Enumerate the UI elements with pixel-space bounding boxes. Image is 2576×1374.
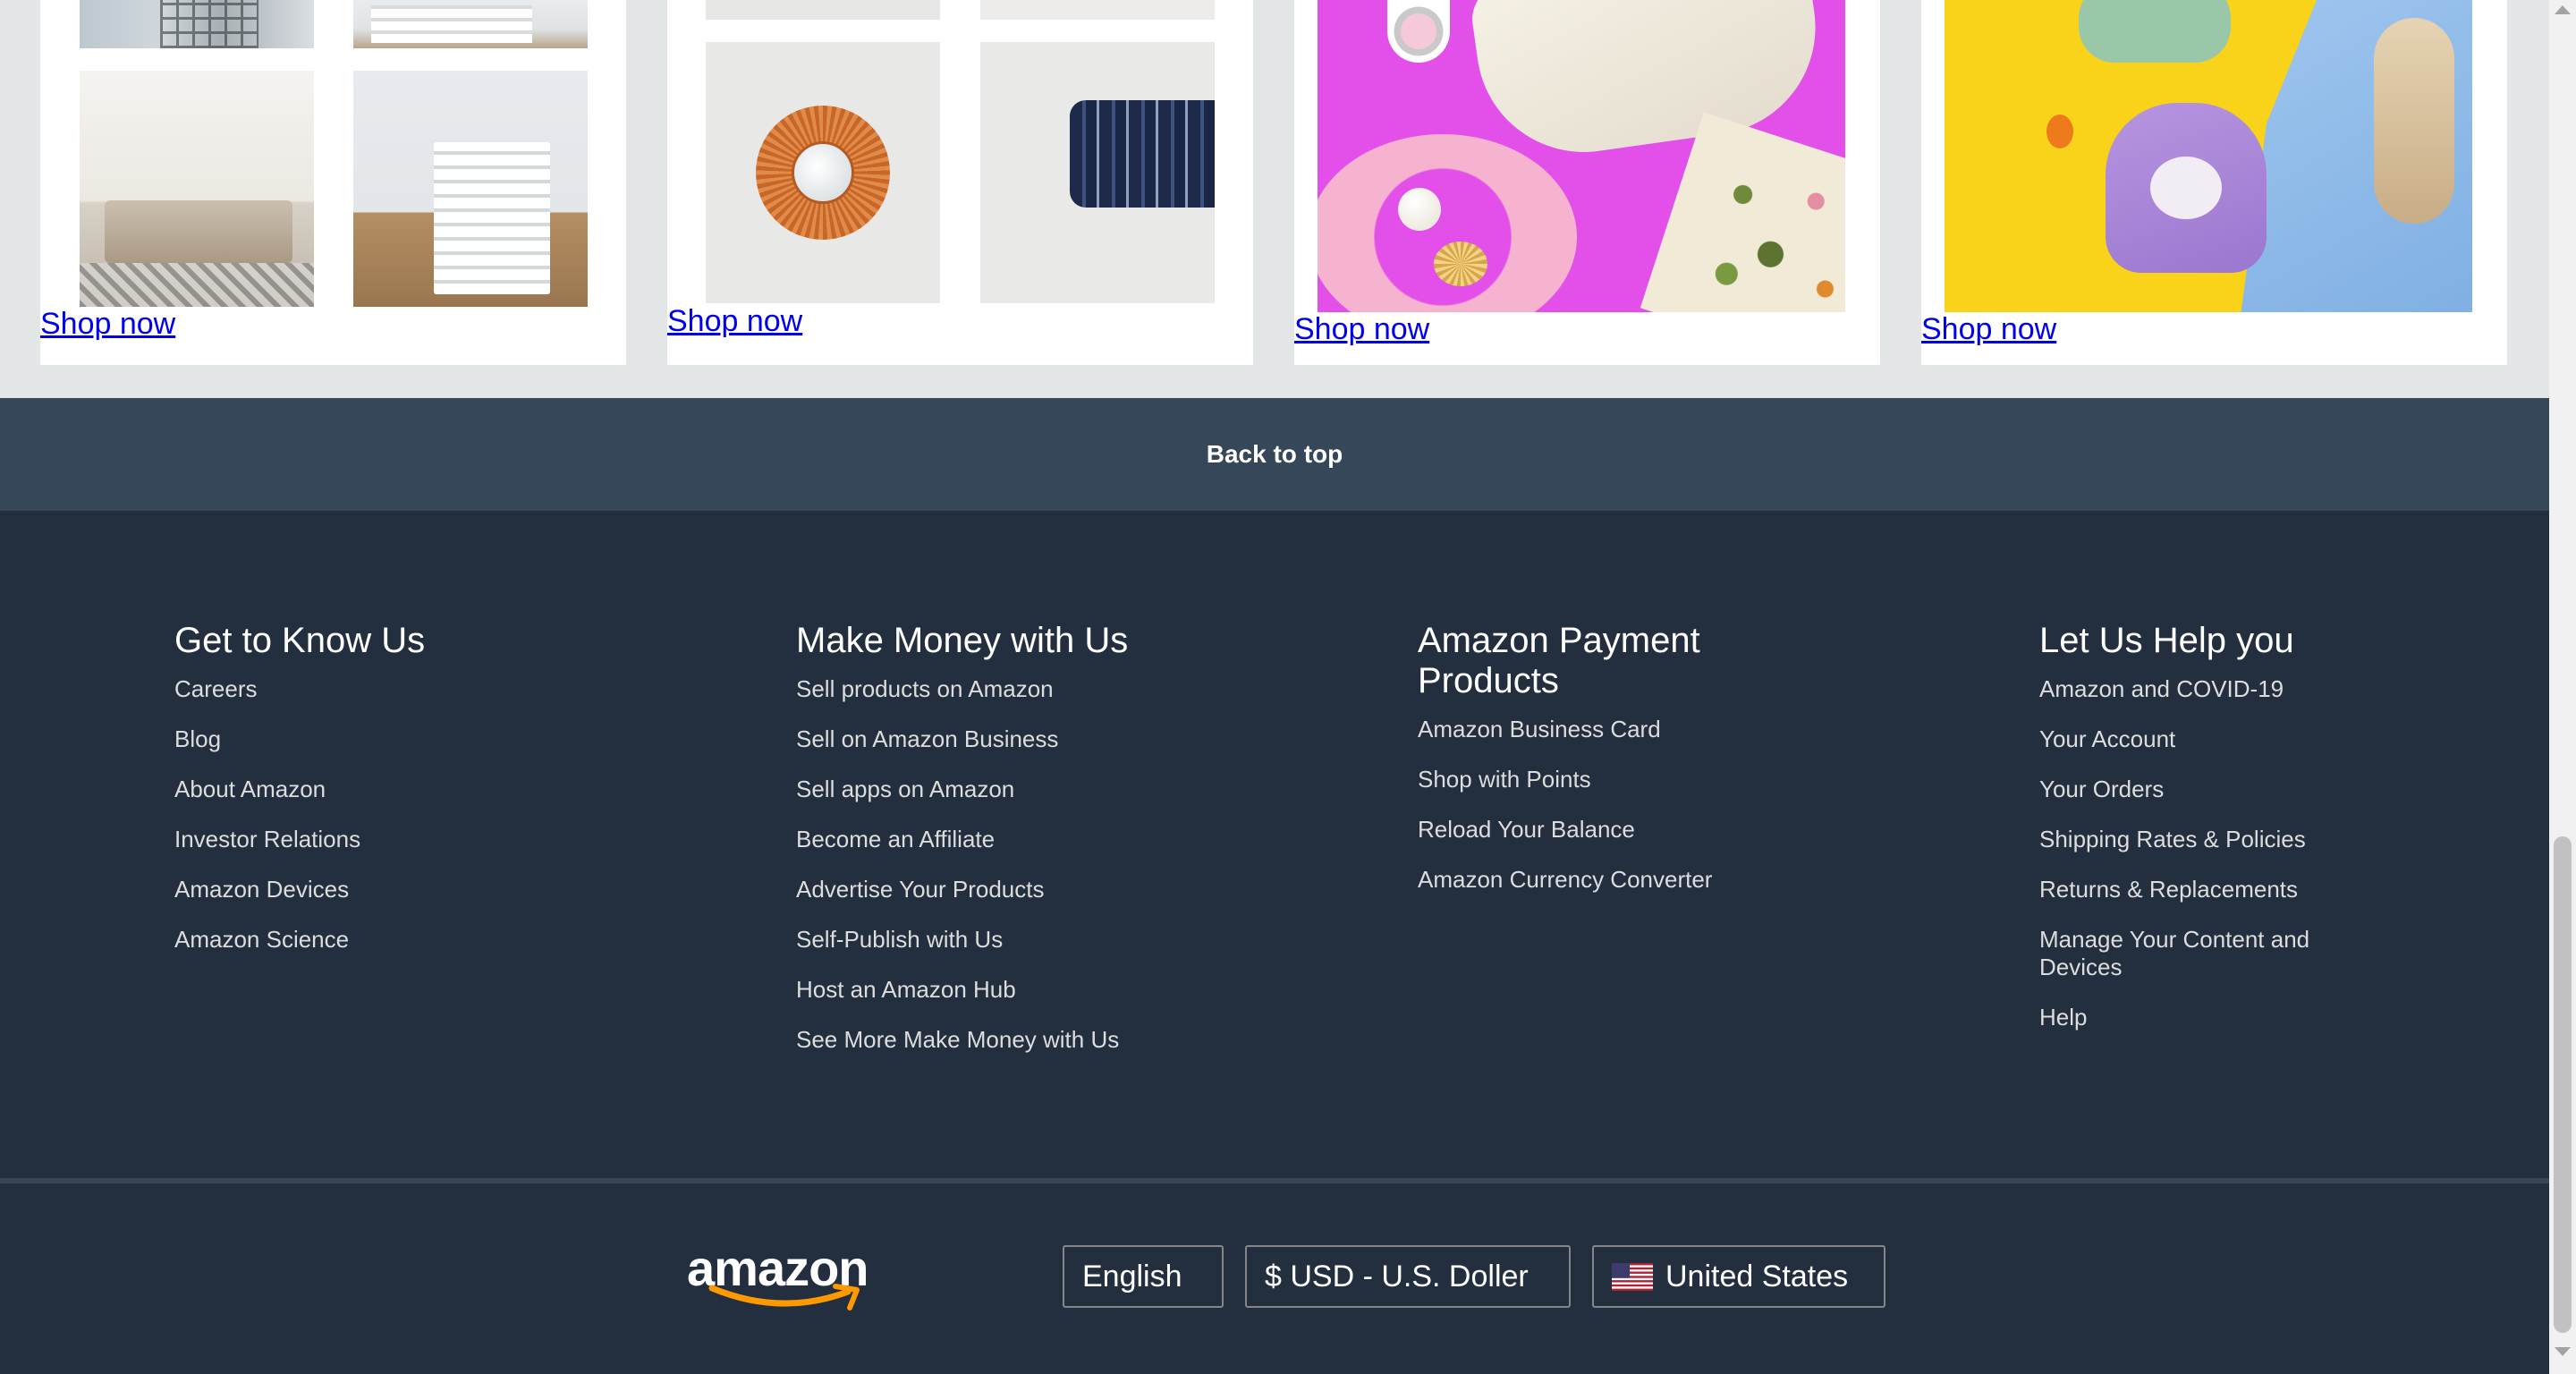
footer-link-amazon-hub[interactable]: Host an Amazon Hub <box>796 976 1016 1004</box>
footer-link-covid[interactable]: Amazon and COVID-19 <box>2039 675 2284 703</box>
product-cards-row: Shop now Shop now Shop now Shop now <box>0 0 2549 398</box>
shop-now-link[interactable]: Shop now <box>667 304 802 339</box>
product-image-blue-pillow[interactable] <box>980 42 1215 303</box>
footer-link-blog[interactable]: Blog <box>174 725 221 753</box>
product-image-kids-easter[interactable] <box>1945 0 2472 312</box>
footer-column-heading: Amazon Payment Products <box>1418 621 1700 700</box>
us-flag-icon <box>1612 1262 1653 1291</box>
footer-link-amazon-devices[interactable]: Amazon Devices <box>174 876 349 903</box>
product-image-wire-basket[interactable] <box>80 0 314 48</box>
product-image-decor-top-left[interactable] <box>706 0 940 20</box>
footer-column-heading: Let Us Help you <box>2039 621 2294 660</box>
footer-link-shop-with-points[interactable]: Shop with Points <box>1418 766 1591 793</box>
footer-link-reload-balance[interactable]: Reload Your Balance <box>1418 816 1635 844</box>
country-value: United States <box>1665 1259 1849 1293</box>
product-image-storage-crates[interactable] <box>353 71 588 307</box>
footer-link-become-affiliate[interactable]: Become an Affiliate <box>796 826 995 853</box>
footer-bottom-bar: amazon English $ USD - U.S. Doller Unite… <box>0 1183 2549 1374</box>
footer-link-help[interactable]: Help <box>2039 1004 2087 1031</box>
product-image-decor-top-right[interactable] <box>980 0 1215 20</box>
product-card-accessories: Shop now <box>1294 0 1880 365</box>
scroll-up-arrow-icon[interactable] <box>2555 5 2571 14</box>
back-to-top-label: Back to top <box>1206 440 1343 468</box>
footer-link-returns[interactable]: Returns & Replacements <box>2039 876 2298 903</box>
footer-link-careers[interactable]: Careers <box>174 675 257 703</box>
footer-link-advertise[interactable]: Advertise Your Products <box>796 876 1045 903</box>
footer-column-payment-products: Amazon Payment Products Amazon Business … <box>1418 621 1793 916</box>
footer-link-sell-apps[interactable]: Sell apps on Amazon <box>796 776 1014 803</box>
footer-link-amazon-science[interactable]: Amazon Science <box>174 926 349 954</box>
footer-link-about-amazon[interactable]: About Amazon <box>174 776 326 803</box>
footer-link-investor-relations[interactable]: Investor Relations <box>174 826 360 853</box>
shop-now-link[interactable]: Shop now <box>1294 312 1429 347</box>
page-scrollbar[interactable] <box>2549 0 2576 1374</box>
footer-link-currency-converter[interactable]: Amazon Currency Converter <box>1418 866 1712 894</box>
product-card-home-storage: Shop now <box>40 0 626 365</box>
footer-link-self-publish[interactable]: Self-Publish with Us <box>796 926 1003 954</box>
amazon-logo[interactable]: amazon <box>687 1242 884 1313</box>
footer-link-business-card[interactable]: Amazon Business Card <box>1418 716 1661 743</box>
language-selector[interactable]: English <box>1063 1245 1224 1308</box>
footer-navigation: Get to Know Us Careers Blog About Amazon… <box>0 511 2549 1178</box>
footer-column-heading: Get to Know Us <box>174 621 426 660</box>
footer-link-see-more-make-money[interactable]: See More Make Money with Us <box>796 1026 1119 1054</box>
scroll-down-arrow-icon[interactable] <box>2555 1347 2571 1356</box>
footer-column-help: Let Us Help you Amazon and COVID-19 Your… <box>2039 621 2361 1054</box>
shop-now-link[interactable]: Shop now <box>1921 312 2056 347</box>
footer-column-heading: Make Money with Us <box>796 621 1129 660</box>
footer-link-shipping-rates[interactable]: Shipping Rates & Policies <box>2039 826 2306 853</box>
footer-column-get-to-know-us: Get to Know Us Careers Blog About Amazon… <box>174 621 425 976</box>
page: Shop now Shop now Shop now Shop now Back… <box>0 0 2549 1374</box>
country-selector[interactable]: United States <box>1592 1245 1885 1308</box>
footer-link-sell-products[interactable]: Sell products on Amazon <box>796 675 1054 703</box>
amazon-smile-icon <box>708 1284 860 1310</box>
product-image-rattan-mirror[interactable] <box>706 42 940 303</box>
currency-selector[interactable]: $ USD - U.S. Doller <box>1245 1245 1571 1308</box>
back-to-top-button[interactable]: Back to top <box>0 398 2549 511</box>
footer-link-manage-content[interactable]: Manage Your Content and Devices <box>2039 926 2361 981</box>
product-image-accessories[interactable] <box>1318 0 1845 312</box>
product-card-kids-easter: Shop now <box>1921 0 2507 365</box>
product-card-home-decor: Shop now <box>667 0 1253 365</box>
footer-link-your-account[interactable]: Your Account <box>2039 725 2175 753</box>
footer-link-sell-business[interactable]: Sell on Amazon Business <box>796 725 1058 753</box>
footer-link-your-orders[interactable]: Your Orders <box>2039 776 2164 803</box>
language-value: English <box>1082 1259 1182 1293</box>
scrollbar-thumb[interactable] <box>2554 836 2572 1333</box>
product-image-bedroom[interactable] <box>80 71 314 307</box>
product-image-white-crates[interactable] <box>353 0 588 48</box>
currency-value: $ USD - U.S. Doller <box>1265 1259 1529 1293</box>
footer-column-make-money: Make Money with Us Sell products on Amaz… <box>796 621 1128 1076</box>
shop-now-link[interactable]: Shop now <box>40 307 175 342</box>
